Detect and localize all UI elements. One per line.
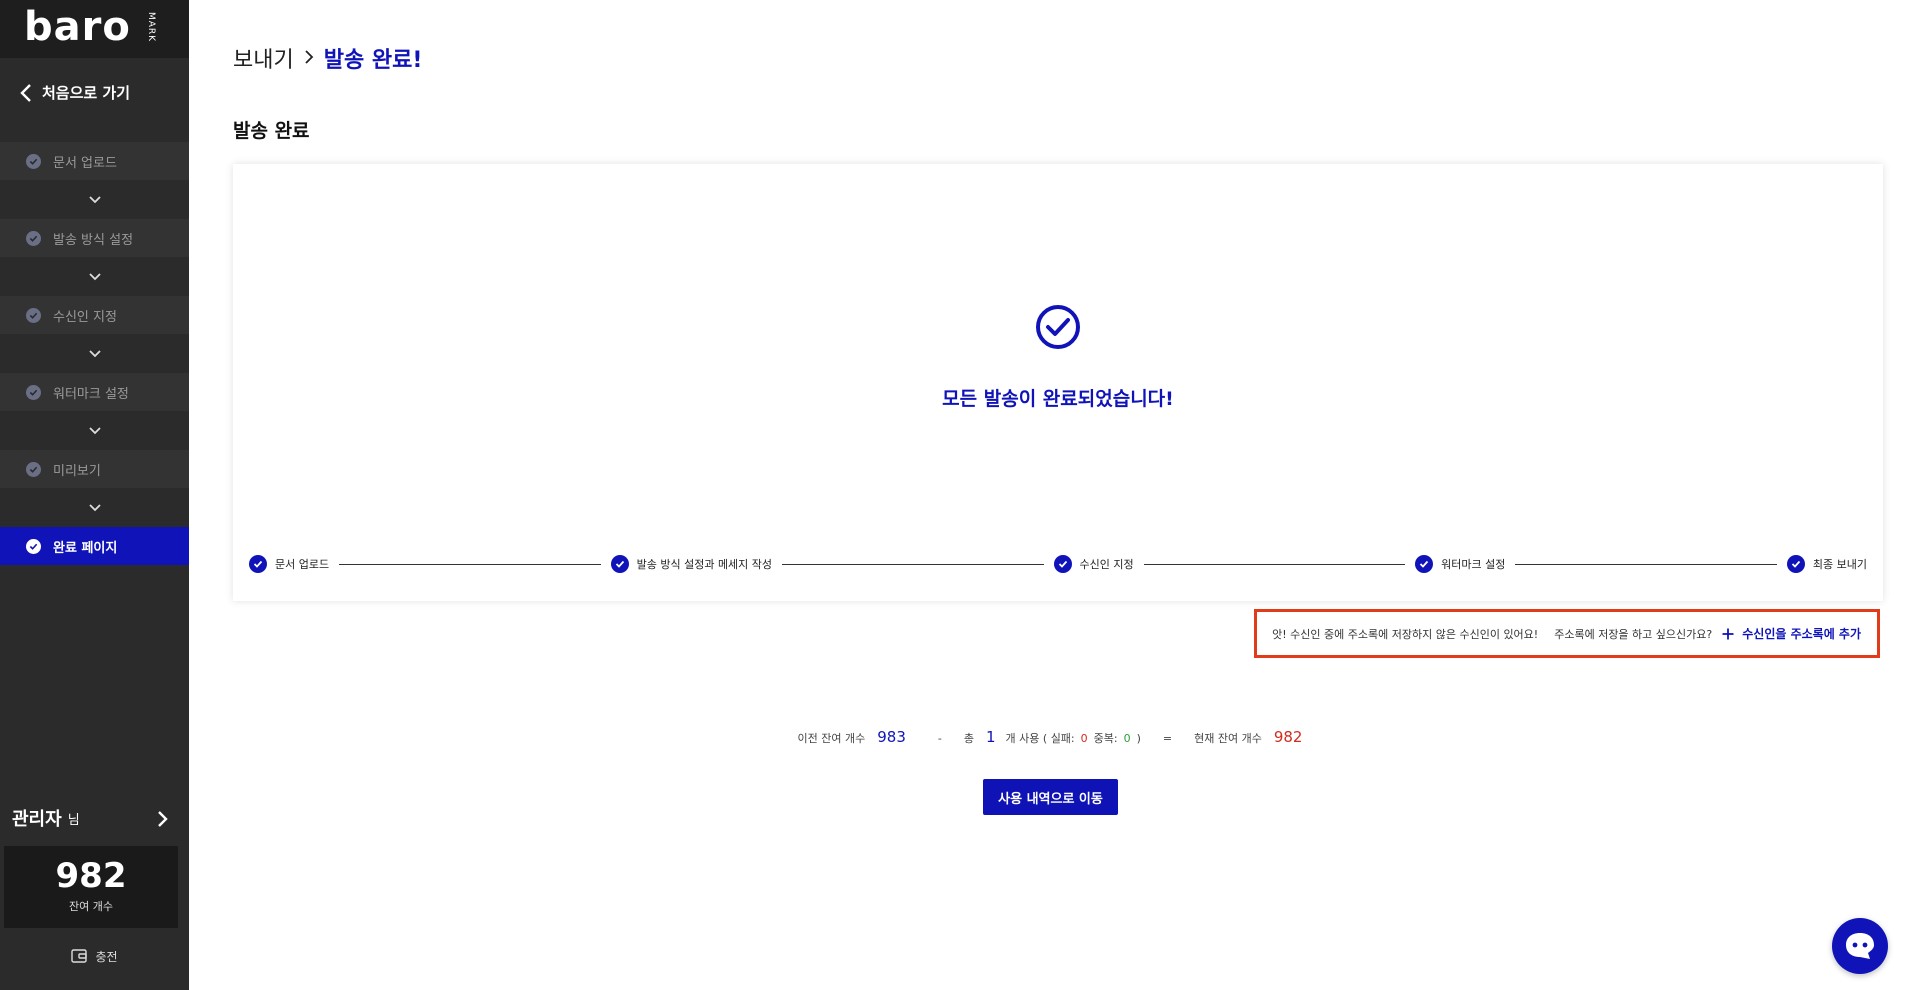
chevron-down-icon bbox=[0, 257, 189, 296]
user-name: 관리자 bbox=[12, 809, 62, 830]
check-circle-icon bbox=[26, 461, 41, 477]
chevron-down-icon bbox=[0, 180, 189, 219]
current-balance-value: 982 bbox=[1273, 728, 1303, 746]
breadcrumb: 보내기 발송 완료! bbox=[233, 42, 422, 74]
check-circle-icon bbox=[1415, 555, 1434, 573]
minus-sign: - bbox=[937, 732, 942, 745]
sidebar-step-preview[interactable]: 미리보기 bbox=[0, 450, 189, 488]
back-to-start-button[interactable]: 처음으로 가기 bbox=[0, 58, 189, 127]
step-list: 문서 업로드 발송 방식 설정 수신인 지정 워터마크 설정 미리보기 완료 페… bbox=[0, 142, 189, 565]
progress-step-label: 최종 보내기 bbox=[1812, 558, 1867, 571]
check-circle-icon bbox=[26, 153, 41, 169]
progress-step: 문서 업로드 bbox=[249, 555, 329, 573]
sidebar-step-complete[interactable]: 완료 페이지 bbox=[0, 527, 189, 565]
progress-step-label: 문서 업로드 bbox=[275, 558, 330, 571]
progress-step: 발송 방식 설정과 메세지 작성 bbox=[610, 555, 773, 573]
add-to-address-book-label: 수신인을 주소록에 추가 bbox=[1742, 627, 1861, 641]
total-used-value: 1 bbox=[986, 728, 996, 746]
chat-icon bbox=[1846, 933, 1874, 959]
sidebar-step-send-method[interactable]: 발송 방식 설정 bbox=[0, 219, 189, 257]
section-title: 발송 완료 bbox=[233, 120, 310, 142]
chevron-down-icon bbox=[0, 488, 189, 527]
notice-text: 앗! 수신인 중에 주소록에 저장하지 않은 수신인이 있어요! bbox=[1272, 627, 1539, 641]
chevron-right-icon bbox=[304, 46, 314, 71]
chevron-left-icon bbox=[20, 83, 31, 102]
chevron-down-icon bbox=[0, 334, 189, 373]
progress-step-label: 수신인 지정 bbox=[1079, 558, 1134, 571]
check-circle-icon bbox=[1053, 555, 1072, 573]
logo-bar: baro MARK bbox=[0, 0, 189, 58]
check-circle-icon bbox=[1786, 555, 1805, 573]
balance-count: 982 bbox=[55, 856, 127, 896]
go-to-usage-history-button[interactable]: 사용 내역으로 이동 bbox=[983, 779, 1118, 815]
chevron-down-icon bbox=[0, 411, 189, 450]
progress-step: 워터마크 설정 bbox=[1415, 555, 1505, 573]
sidebar-step-label: 완료 페이지 bbox=[53, 540, 118, 556]
total-label: 총 bbox=[963, 732, 974, 745]
chat-support-button[interactable] bbox=[1832, 918, 1888, 974]
sidebar: baro MARK 처음으로 가기 문서 업로드 발송 방식 설정 수신인 지정… bbox=[0, 0, 189, 990]
progress-connector bbox=[1515, 563, 1777, 565]
duplicate-count: 0 bbox=[1123, 732, 1131, 745]
prev-balance-label: 이전 잔여 개수 bbox=[797, 732, 866, 745]
progress-connector bbox=[1143, 563, 1406, 565]
plus-icon bbox=[1722, 628, 1734, 639]
sidebar-step-recipients[interactable]: 수신인 지정 bbox=[0, 296, 189, 334]
breadcrumb-root[interactable]: 보내기 bbox=[233, 42, 294, 74]
breadcrumb-current: 발송 완료! bbox=[323, 48, 423, 73]
progress-steps: 문서 업로드 발송 방식 설정과 메세지 작성 수신인 지정 워터마크 설정 최… bbox=[249, 552, 1867, 576]
sidebar-step-label: 미리보기 bbox=[53, 463, 101, 479]
wallet-icon bbox=[71, 949, 88, 963]
check-circle-icon bbox=[26, 538, 41, 554]
usage-label: 개 사용 ( 실패: bbox=[1005, 732, 1075, 745]
balance-box: 982 잔여 개수 bbox=[4, 846, 178, 928]
close-paren: ) bbox=[1136, 732, 1141, 745]
charge-label: 충전 bbox=[95, 949, 118, 964]
logo[interactable]: baro bbox=[24, 4, 131, 50]
check-circle-icon bbox=[249, 555, 267, 573]
progress-connector bbox=[782, 563, 1044, 565]
logo-sub: MARK bbox=[146, 12, 156, 43]
user-suffix: 님 bbox=[67, 812, 80, 828]
chevron-right-icon bbox=[158, 811, 168, 827]
check-circle-icon bbox=[1036, 305, 1080, 349]
sidebar-step-watermark[interactable]: 워터마크 설정 bbox=[0, 373, 189, 411]
check-circle-icon bbox=[610, 555, 629, 573]
fail-count: 0 bbox=[1080, 732, 1088, 745]
progress-step-label: 워터마크 설정 bbox=[1441, 558, 1506, 571]
usage-summary: 이전 잔여 개수 983 - 총 1 개 사용 ( 실패: 0 중복: 0 ) … bbox=[0, 728, 1907, 746]
notice-question: 주소록에 저장을 하고 싶으신가요? bbox=[1554, 627, 1713, 641]
sidebar-step-label: 수신인 지정 bbox=[53, 309, 117, 325]
sidebar-step-label: 워터마크 설정 bbox=[53, 386, 129, 402]
prev-balance-value: 983 bbox=[877, 728, 906, 746]
progress-connector bbox=[339, 563, 601, 565]
check-circle-icon bbox=[26, 307, 41, 323]
address-book-notice: 앗! 수신인 중에 주소록에 저장하지 않은 수신인이 있어요! 주소록에 저장… bbox=[1254, 609, 1880, 658]
sidebar-step-label: 문서 업로드 bbox=[53, 155, 117, 171]
check-circle-icon bbox=[26, 384, 41, 400]
add-to-address-book-button[interactable]: 수신인을 주소록에 추가 bbox=[1722, 625, 1861, 642]
current-balance-label: 현재 잔여 개수 bbox=[1194, 732, 1262, 745]
progress-step: 수신인 지정 bbox=[1053, 555, 1134, 573]
equals-sign: = bbox=[1162, 732, 1173, 745]
completion-card: 모든 발송이 완료되었습니다! 문서 업로드 발송 방식 설정과 메세지 작성 … bbox=[233, 164, 1883, 601]
sidebar-step-label: 발송 방식 설정 bbox=[53, 232, 134, 248]
charge-button[interactable]: 충전 bbox=[0, 944, 189, 968]
progress-step-label: 발송 방식 설정과 메세지 작성 bbox=[636, 558, 773, 571]
duplicate-label: 중복: bbox=[1093, 732, 1118, 745]
user-profile-link[interactable]: 관리자 님 bbox=[0, 802, 189, 834]
balance-label: 잔여 개수 bbox=[69, 900, 113, 913]
sidebar-step-document-upload[interactable]: 문서 업로드 bbox=[0, 142, 189, 180]
check-circle-icon bbox=[26, 230, 41, 246]
done-message: 모든 발송이 완료되었습니다! bbox=[942, 388, 1174, 410]
back-label: 처음으로 가기 bbox=[42, 84, 131, 102]
progress-step: 최종 보내기 bbox=[1786, 555, 1867, 573]
